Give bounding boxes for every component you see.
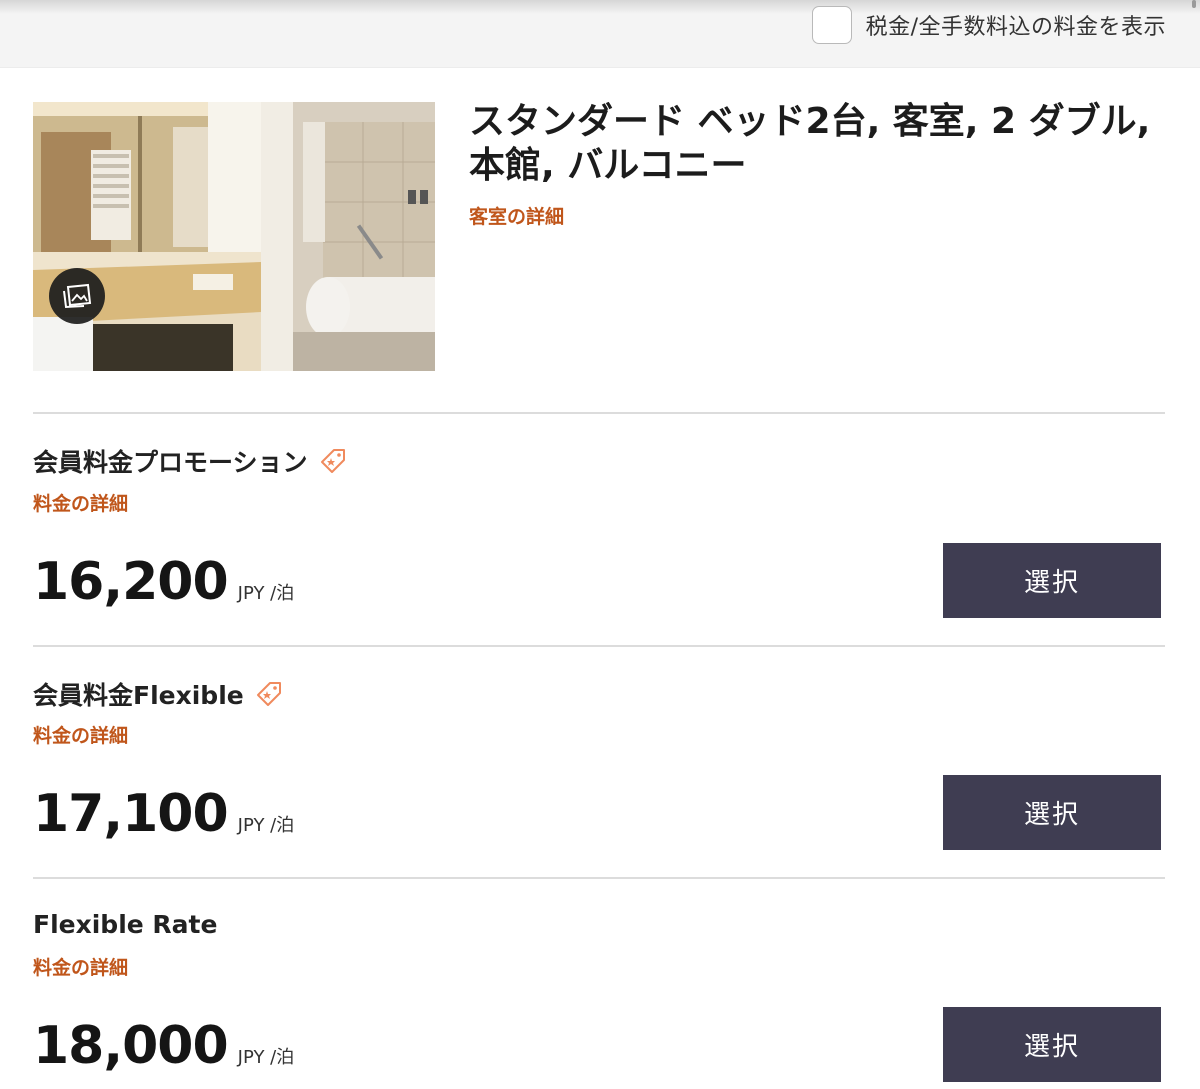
price: 16,200 JPY /泊 — [33, 552, 294, 612]
room-photo[interactable] — [33, 102, 435, 371]
rate-name-text: 会員料金Flexible — [33, 681, 244, 710]
tax-inclusive-checkbox[interactable] — [811, 6, 852, 44]
price-amount: 17,100 — [33, 784, 229, 844]
scrollbar-thumb[interactable] — [1192, 0, 1196, 8]
price-amount: 16,200 — [33, 552, 229, 612]
select-button[interactable]: 選択 — [943, 543, 1161, 618]
photo-gallery-icon — [63, 283, 92, 309]
gallery-icon[interactable] — [49, 268, 105, 324]
tax-inclusive-toggle[interactable]: 税金/全手数料込の料金を表示 — [811, 6, 1166, 44]
tax-inclusive-label: 税金/全手数料込の料金を表示 — [865, 15, 1166, 40]
price: 17,100 JPY /泊 — [33, 784, 294, 844]
price: 18,000 JPY /泊 — [33, 1016, 294, 1076]
member-tag-icon — [256, 682, 281, 706]
price-unit: JPY /泊 — [237, 583, 295, 604]
price-amount: 18,000 — [33, 1016, 229, 1076]
select-button[interactable]: 選択 — [943, 1007, 1161, 1082]
price-unit: JPY /泊 — [237, 815, 295, 836]
divider — [33, 412, 1165, 414]
room-photo-image — [33, 102, 435, 371]
rate-name: 会員料金Flexible — [33, 676, 284, 712]
select-button[interactable]: 選択 — [943, 775, 1161, 850]
rate-details-link[interactable]: 料金の詳細 — [33, 721, 128, 748]
room-title: スタンダード ベッド2台, 客室, 2 ダブル, 本館, バルコニー — [469, 101, 1151, 186]
rate-name: 会員料金プロモーション — [33, 443, 348, 479]
rate-name-text: Flexible Rate — [33, 910, 218, 939]
member-tag-icon — [320, 449, 345, 473]
rate-details-link[interactable]: 料金の詳細 — [33, 489, 128, 516]
divider — [33, 877, 1165, 879]
divider — [33, 645, 1165, 647]
rate-name: Flexible Rate — [33, 910, 217, 939]
top-bar: 税金/全手数料込の料金を表示 — [0, 0, 1200, 68]
rate-details-link[interactable]: 料金の詳細 — [33, 953, 128, 980]
rate-name-text: 会員料金プロモーション — [33, 448, 308, 477]
price-unit: JPY /泊 — [237, 1047, 295, 1068]
room-details-link[interactable]: 客室の詳細 — [469, 202, 564, 229]
